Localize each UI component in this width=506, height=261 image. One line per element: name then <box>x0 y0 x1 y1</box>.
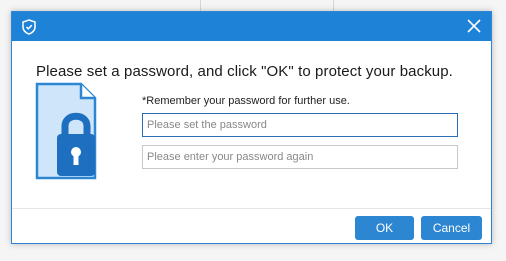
password-field[interactable] <box>142 113 458 137</box>
dialog-titlebar <box>12 12 491 41</box>
cancel-button[interactable]: Cancel <box>421 216 482 240</box>
shield-icon <box>22 19 36 35</box>
ok-button[interactable]: OK <box>355 216 414 240</box>
footer-divider <box>12 208 491 209</box>
close-icon[interactable] <box>464 16 484 36</box>
password-dialog: Please set a password, and click "OK" to… <box>11 11 492 244</box>
document-lock-icon <box>35 82 97 180</box>
confirm-password-field[interactable] <box>142 145 458 169</box>
dialog-headline: Please set a password, and click "OK" to… <box>36 63 453 80</box>
password-hint: *Remember your password for further use. <box>142 95 350 107</box>
